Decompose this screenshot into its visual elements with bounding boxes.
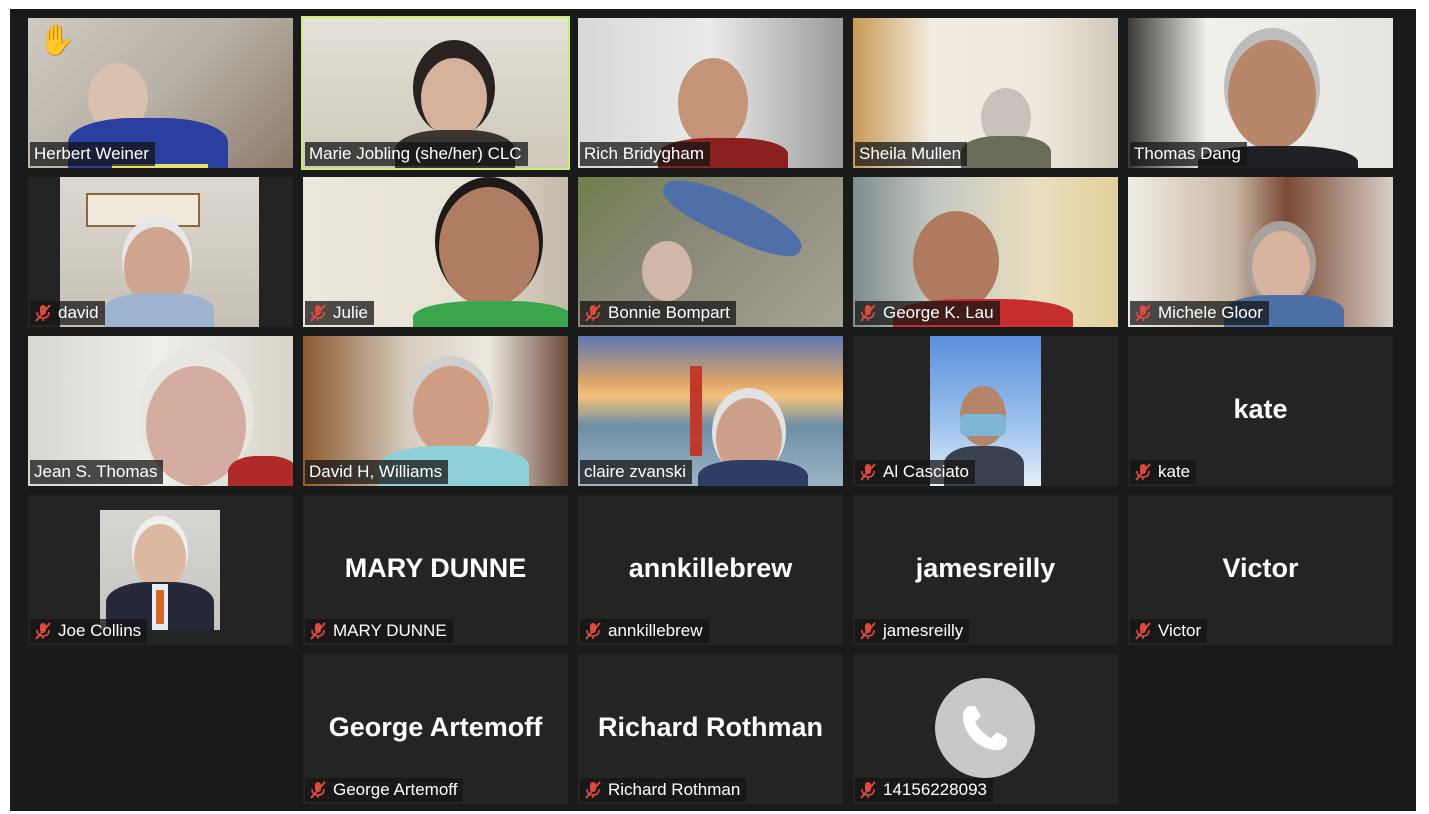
participant-name: Al Casciato [855, 460, 975, 484]
participant-tile[interactable]: Victor Victor [1128, 495, 1393, 645]
participant-name: annkillebrew [580, 619, 709, 643]
participant-name: Sheila Mullen [855, 142, 968, 166]
participant-tile[interactable]: kate kate [1128, 336, 1393, 486]
muted-microphone-icon [859, 304, 877, 322]
participant-tile[interactable]: Jean S. Thomas [28, 336, 293, 486]
participant-tile[interactable]: MARY DUNNE MARY DUNNE [303, 495, 568, 645]
muted-microphone-icon [309, 781, 327, 799]
participant-name: Joe Collins [30, 619, 148, 643]
muted-microphone-icon [1134, 304, 1152, 322]
participant-display-name: Victor [1222, 553, 1299, 583]
participant-tile[interactable]: claire zvanski [578, 336, 843, 486]
participant-tile[interactable]: Julie [303, 177, 568, 327]
participant-name: Michele Gloor [1130, 301, 1269, 325]
muted-microphone-icon [34, 304, 52, 322]
participant-display-name: annkillebrew [628, 553, 793, 583]
participant-display-name: George Artemoff [328, 712, 543, 742]
participant-display-name: Richard Rothman [597, 712, 824, 742]
participant-name: Marie Jobling (she/her) CLC [305, 142, 528, 166]
raised-hand-icon: ✋ [38, 24, 76, 57]
participant-tile[interactable]: annkillebrew annkillebrew [578, 495, 843, 645]
participant-name: David H, Williams [305, 460, 449, 484]
participant-tile[interactable]: david [28, 177, 293, 327]
participant-name: 14156228093 [855, 778, 994, 802]
muted-microphone-icon [859, 622, 877, 640]
muted-microphone-icon [584, 304, 602, 322]
participant-tile[interactable]: ✋ Herbert Weiner [28, 18, 293, 168]
participant-display-name: jamesreilly [915, 553, 1056, 583]
participant-tile[interactable]: Michele Gloor [1128, 177, 1393, 327]
participant-tile-phone[interactable]: 14156228093 [853, 654, 1118, 804]
phone-call-icon [935, 678, 1035, 778]
participant-tile[interactable]: Sheila Mullen [853, 18, 1118, 168]
participant-tile[interactable]: Rich Bridygham [578, 18, 843, 168]
participant-tile[interactable]: Al Casciato [853, 336, 1118, 486]
participant-tile[interactable]: Joe Collins [28, 495, 293, 645]
participant-tile[interactable]: George K. Lau [853, 177, 1118, 327]
participant-tile[interactable]: David H, Williams [303, 336, 568, 486]
participant-tile[interactable]: jamesreilly jamesreilly [853, 495, 1118, 645]
participant-name: Bonnie Bompart [580, 301, 736, 325]
participant-tile[interactable]: Richard Rothman Richard Rothman [578, 654, 843, 804]
video-gallery: ✋ Herbert Weiner Marie Jobling (she/her)… [10, 9, 1416, 811]
participant-name: Herbert Weiner [30, 142, 155, 166]
participant-name: jamesreilly [855, 619, 970, 643]
participant-name: Richard Rothman [580, 778, 747, 802]
profile-picture [100, 510, 220, 630]
participant-tile[interactable]: Thomas Dang [1128, 18, 1393, 168]
participant-name: claire zvanski [580, 460, 693, 484]
participant-name: Julie [305, 301, 374, 325]
participant-display-name: kate [1233, 394, 1288, 424]
participant-name: George Artemoff [305, 778, 464, 802]
participant-name: Victor [1130, 619, 1208, 643]
participant-name: Rich Bridygham [580, 142, 710, 166]
participant-tile-active-speaker[interactable]: Marie Jobling (she/her) CLC [301, 16, 570, 170]
muted-microphone-icon [309, 304, 327, 322]
participant-name: david [30, 301, 105, 325]
muted-microphone-icon [309, 622, 327, 640]
participant-name: kate [1130, 460, 1197, 484]
muted-microphone-icon [859, 781, 877, 799]
participant-name: MARY DUNNE [305, 619, 453, 643]
muted-microphone-icon [584, 622, 602, 640]
muted-microphone-icon [1134, 463, 1152, 481]
muted-microphone-icon [584, 781, 602, 799]
participant-display-name: MARY DUNNE [344, 553, 527, 583]
muted-microphone-icon [34, 622, 52, 640]
participant-name: Thomas Dang [1130, 142, 1247, 166]
muted-microphone-icon [1134, 622, 1152, 640]
participant-tile[interactable]: Bonnie Bompart [578, 177, 843, 327]
muted-microphone-icon [859, 463, 877, 481]
participant-name: Jean S. Thomas [30, 460, 164, 484]
participant-name: George K. Lau [855, 301, 1000, 325]
participant-tile[interactable]: George Artemoff George Artemoff [303, 654, 568, 804]
